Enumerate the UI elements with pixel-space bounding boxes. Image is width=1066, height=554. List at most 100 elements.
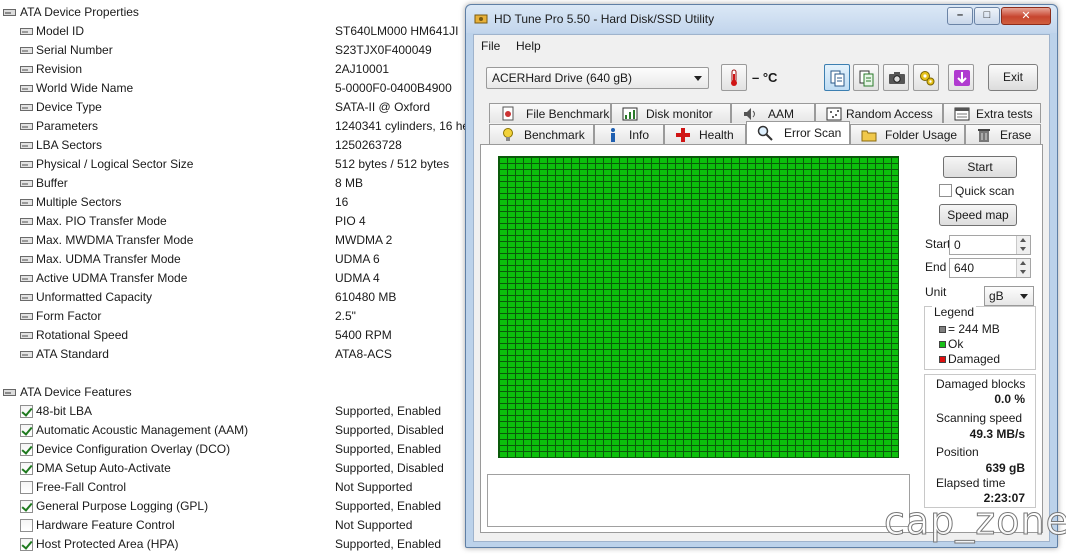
spin-up-icon[interactable] bbox=[1016, 236, 1030, 245]
legend-label: Ok bbox=[948, 337, 964, 351]
spin-down-icon[interactable] bbox=[1016, 268, 1030, 277]
spin-up-icon[interactable] bbox=[1016, 259, 1030, 268]
feature-checkbox[interactable] bbox=[20, 538, 33, 551]
start-scan-button[interactable]: Start bbox=[943, 156, 1017, 178]
property-label: Max. UDMA Transfer Mode bbox=[36, 252, 181, 266]
property-row[interactable]: Buffer 8 MB bbox=[0, 174, 470, 193]
speed-map-button[interactable]: Speed map bbox=[939, 204, 1017, 226]
property-value: ST640LM000 HM641JI bbox=[335, 24, 459, 38]
feature-row[interactable]: DMA Setup Auto-Activate Supported, Disabl… bbox=[0, 459, 470, 478]
feature-checkbox[interactable] bbox=[20, 462, 33, 475]
feature-checkbox[interactable] bbox=[20, 481, 33, 494]
feature-row[interactable]: General Purpose Logging (GPL) Supported, … bbox=[0, 497, 470, 516]
property-label: Serial Number bbox=[36, 43, 113, 57]
property-label: Parameters bbox=[36, 119, 99, 133]
property-row[interactable]: LBA Sectors 1250263728 bbox=[0, 136, 470, 155]
feature-row[interactable]: Free-Fall Control Not Supported bbox=[0, 478, 470, 497]
property-row[interactable]: Rotational Speed 5400 RPM bbox=[0, 326, 470, 345]
scanning-speed-value: 49.3 MB/s bbox=[969, 427, 1025, 441]
property-label: Device Type bbox=[36, 100, 102, 114]
feature-label: Hardware Feature Control bbox=[36, 518, 175, 532]
scanning-speed-label: Scanning speed bbox=[936, 411, 1023, 425]
property-row[interactable]: Max. PIO Transfer Mode PIO 4 bbox=[0, 212, 470, 231]
property-label: World Wide Name bbox=[36, 81, 134, 95]
scan-stats-box: Damaged blocks 0.0 % Scanning speed 49.3… bbox=[924, 374, 1036, 508]
property-value: 1240341 cylinders, 16 hea bbox=[335, 119, 476, 133]
feature-label: Host Protected Area (HPA) bbox=[36, 537, 179, 551]
property-value: SATA-II @ Oxford bbox=[335, 100, 431, 114]
property-label: Form Factor bbox=[36, 309, 102, 323]
drive-icon bbox=[20, 102, 33, 113]
drive-icon bbox=[20, 273, 33, 284]
feature-row[interactable]: Device Configuration Overlay (DCO) Suppor… bbox=[0, 440, 470, 459]
property-value: MWDMA 2 bbox=[335, 233, 393, 247]
drive-icon bbox=[20, 330, 33, 341]
property-row[interactable]: Unformatted Capacity 610480 MB bbox=[0, 288, 470, 307]
section-ata-device-features[interactable]: ATA Device Features bbox=[0, 383, 470, 402]
section-title: ATA Device Properties bbox=[20, 5, 139, 19]
drive-icon bbox=[20, 140, 33, 151]
feature-row[interactable]: Host Protected Area (HPA) Supported, Enab… bbox=[0, 535, 470, 554]
drive-icon bbox=[20, 26, 33, 37]
tab-label: Error Scan bbox=[784, 126, 842, 140]
property-value: 5-0000F0-0400B4900 bbox=[335, 81, 452, 95]
property-value: S23TJX0F400049 bbox=[335, 43, 432, 57]
damaged-blocks-value: 0.0 % bbox=[994, 392, 1025, 406]
property-row[interactable]: Physical / Logical Sector Size 512 bytes … bbox=[0, 155, 470, 174]
property-row[interactable]: Max. UDMA Transfer Mode UDMA 6 bbox=[0, 250, 470, 269]
feature-checkbox[interactable] bbox=[20, 424, 33, 437]
start-field[interactable]: 0 bbox=[949, 235, 1031, 255]
legend-label: = 244 MB bbox=[948, 322, 1000, 336]
feature-row[interactable]: Automatic Acoustic Management (AAM) Suppo… bbox=[0, 421, 470, 440]
legend-swatch-red bbox=[939, 356, 946, 363]
drive-icon bbox=[20, 83, 33, 94]
unit-select[interactable]: gB bbox=[984, 286, 1034, 306]
tab-error-scan[interactable]: Error Scan bbox=[746, 121, 850, 144]
feature-checkbox[interactable] bbox=[20, 500, 33, 513]
property-row[interactable]: Revision 2AJ10001 bbox=[0, 60, 470, 79]
feature-checkbox[interactable] bbox=[20, 443, 33, 456]
feature-label: Automatic Acoustic Management (AAM) bbox=[36, 423, 249, 437]
property-row[interactable]: Form Factor 2.5" bbox=[0, 307, 470, 326]
property-row[interactable]: Serial Number S23TJX0F400049 bbox=[0, 41, 470, 60]
property-row[interactable]: Model ID ST640LM000 HM641JI bbox=[0, 22, 470, 41]
feature-value: Supported, Enabled bbox=[335, 537, 442, 551]
device-properties-panel: ATA Device Properties Model ID ST640LM000… bbox=[0, 0, 476, 554]
property-label: Multiple Sectors bbox=[36, 195, 122, 209]
property-row[interactable]: World Wide Name 5-0000F0-0400B4900 bbox=[0, 79, 470, 98]
feature-row[interactable]: 48-bit LBA Supported, Enabled bbox=[0, 402, 470, 421]
property-value: 610480 MB bbox=[335, 290, 397, 304]
scan-log-area[interactable] bbox=[487, 474, 910, 527]
property-row[interactable]: Multiple Sectors 16 bbox=[0, 193, 470, 212]
property-value: 1250263728 bbox=[335, 138, 402, 152]
property-row[interactable]: Device Type SATA-II @ Oxford bbox=[0, 98, 470, 117]
error-scan-block-map bbox=[498, 156, 899, 458]
end-field[interactable]: 640 bbox=[949, 258, 1031, 278]
feature-checkbox[interactable] bbox=[20, 519, 33, 532]
feature-row[interactable]: Hardware Feature Control Not Supported bbox=[0, 516, 470, 535]
drive-icon bbox=[3, 7, 16, 18]
drive-icon bbox=[20, 292, 33, 303]
property-row[interactable]: ATA Standard ATA8-ACS bbox=[0, 345, 470, 364]
property-row[interactable]: Parameters 1240341 cylinders, 16 hea bbox=[0, 117, 476, 136]
spin-down-icon[interactable] bbox=[1016, 245, 1030, 254]
quick-scan-label: Quick scan bbox=[955, 184, 1015, 198]
property-value: UDMA 4 bbox=[335, 271, 380, 285]
property-value: ATA8-ACS bbox=[335, 347, 392, 361]
section-ata-device-properties[interactable]: ATA Device Properties bbox=[0, 3, 470, 22]
property-value: 8 MB bbox=[335, 176, 364, 190]
property-value: 5400 RPM bbox=[335, 328, 392, 342]
quick-scan-checkbox[interactable] bbox=[939, 184, 952, 197]
property-row[interactable]: Max. MWDMA Transfer Mode MWDMA 2 bbox=[0, 231, 470, 250]
legend-swatch-gray bbox=[939, 326, 946, 333]
property-label: Buffer bbox=[36, 176, 68, 190]
property-row[interactable]: Active UDMA Transfer Mode UDMA 4 bbox=[0, 269, 470, 288]
drive-icon bbox=[20, 235, 33, 246]
property-label: LBA Sectors bbox=[36, 138, 103, 152]
feature-value: Supported, Disabled bbox=[335, 461, 444, 475]
feature-label: DMA Setup Auto-Activate bbox=[36, 461, 171, 475]
magnifier-icon bbox=[757, 125, 773, 141]
legend-title: Legend bbox=[932, 305, 977, 319]
drive-icon bbox=[20, 45, 33, 56]
feature-checkbox[interactable] bbox=[20, 405, 33, 418]
